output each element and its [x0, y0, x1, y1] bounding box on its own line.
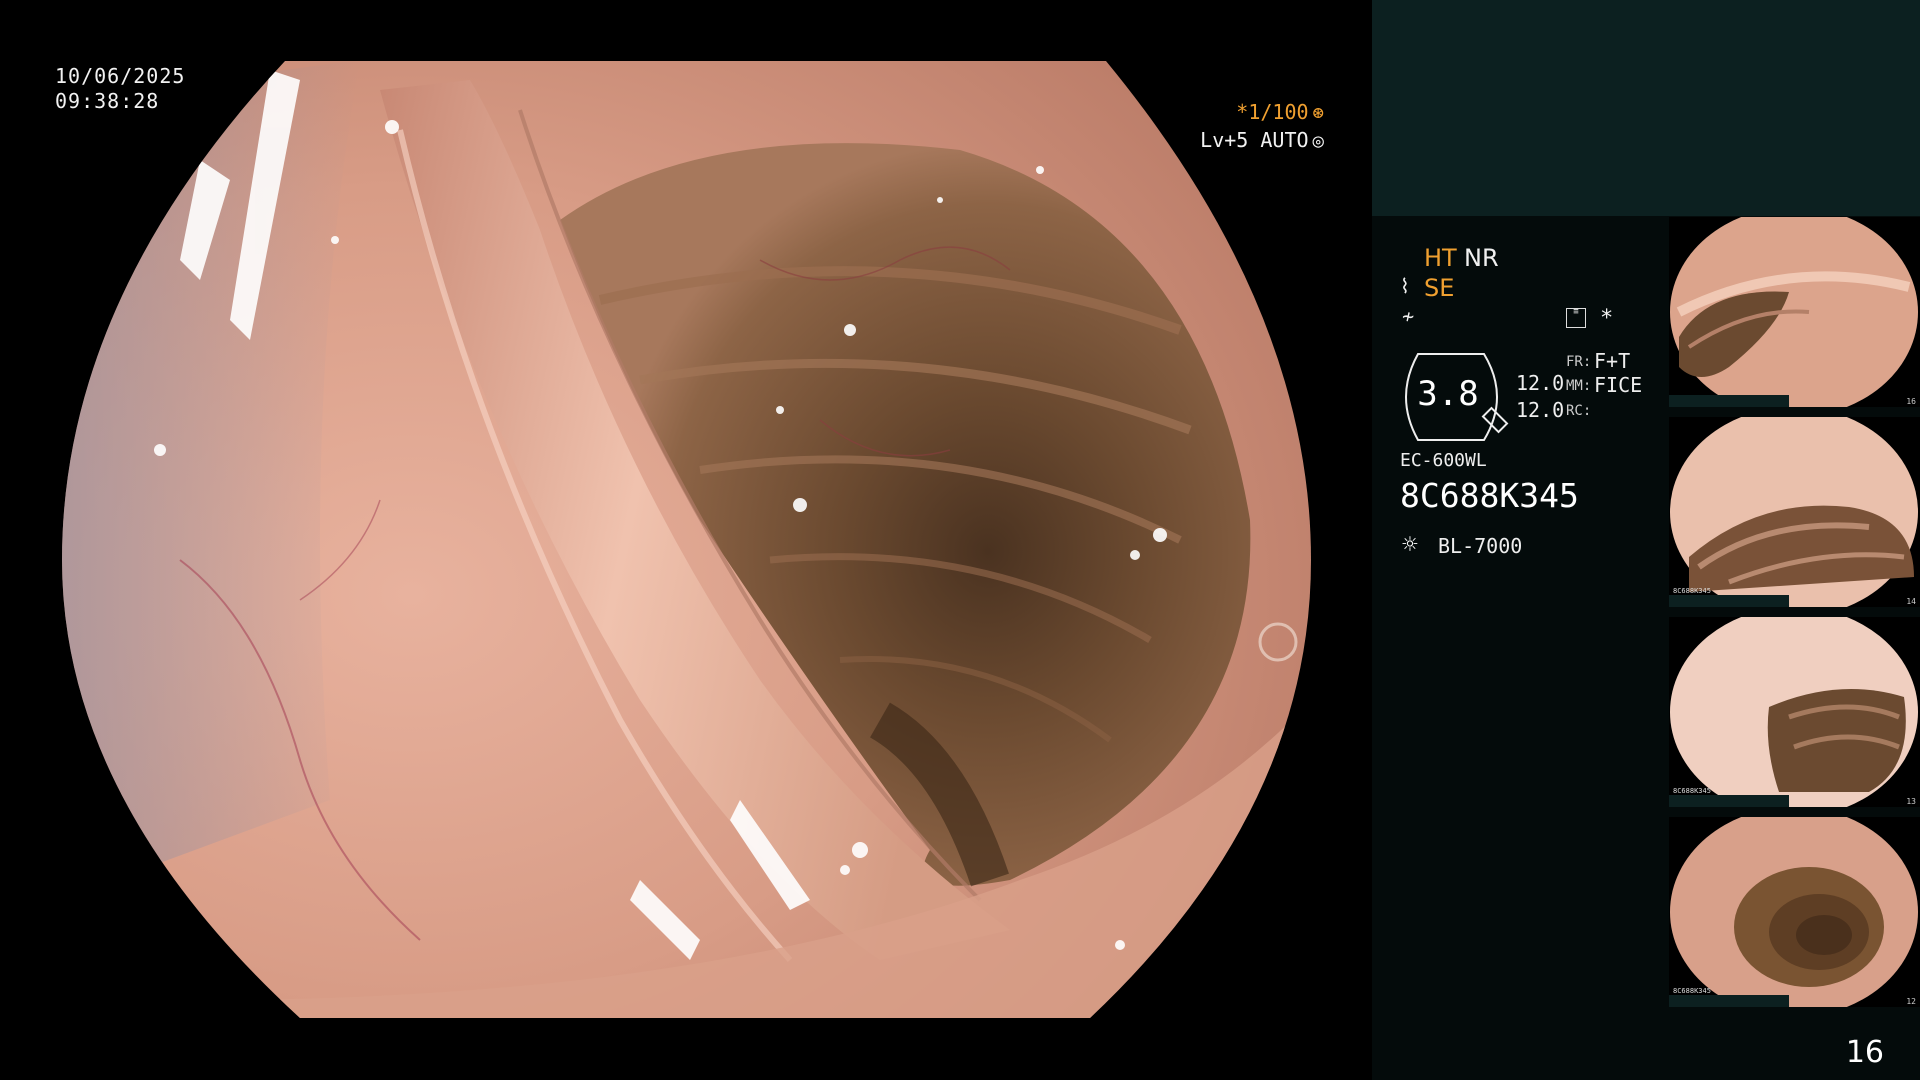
thumbnail-serial: 8C688K345 — [1673, 787, 1711, 795]
thumbnail-bar — [1669, 795, 1789, 807]
settings-info: HT NR ⌇ SE ≁ ≡ * 3.8 12.0 12.0 FR: F+T M… — [1372, 216, 1662, 616]
thumbnail-index: 12 — [1906, 997, 1916, 1006]
auto-light-icon: ◎ — [1312, 130, 1324, 152]
structure-enhance-icon: ⌇ — [1400, 274, 1410, 298]
patient-info-block — [1372, 0, 1920, 216]
exam-date: 10/06/2025 — [55, 64, 186, 88]
thumbnail-bar — [1669, 395, 1789, 407]
star-icon: * — [1600, 306, 1614, 331]
se-indicator: SE — [1424, 274, 1455, 302]
thumbnail-image — [1670, 417, 1918, 607]
thumbnail-1[interactable]: 16 — [1669, 217, 1920, 407]
scope-serial: 8C688K345 — [1400, 476, 1579, 515]
thumbnail-image — [1670, 217, 1918, 407]
fr-label: FR: — [1566, 354, 1592, 370]
light-source-icon: ☼ — [1402, 530, 1418, 560]
signal-icon: ≁ — [1402, 304, 1415, 328]
value-1: 12.0 — [1516, 371, 1565, 395]
fr-value: F+T — [1594, 349, 1631, 373]
thumbnail-serial: 8C688K345 — [1673, 987, 1711, 995]
iris-icon: ⊛ — [1312, 102, 1324, 124]
thumbnail-index: 14 — [1906, 597, 1916, 606]
dial-value: 3.8 — [1417, 374, 1479, 414]
shutter-indicator: *1/100 ⊛ — [1236, 100, 1324, 124]
record-settings-icon: ≡ — [1566, 308, 1586, 328]
thumbnail-image — [1670, 817, 1918, 1007]
page-number: 16 — [1845, 1035, 1884, 1070]
thumbnail-bar — [1669, 595, 1789, 607]
thumbnail-4[interactable]: 8C688K345 12 — [1669, 817, 1920, 1007]
thumbnail-index: 16 — [1906, 397, 1916, 406]
exam-time: 09:38:28 — [55, 89, 160, 113]
light-level-indicator: Lv+5 AUTO ◎ — [1200, 128, 1324, 152]
thumbnail-bar — [1669, 995, 1789, 1007]
nr-indicator: NR — [1464, 244, 1499, 272]
endoscopic-image — [62, 61, 1311, 1018]
mm-label: MM: — [1566, 378, 1592, 394]
thumbnail-serial: 8C688K345 — [1673, 587, 1711, 595]
zoom-dial: 3.8 — [1398, 352, 1510, 442]
scope-model: EC-600WL — [1400, 450, 1487, 471]
endoscope-main-view: 10/06/2025 09:38:28 *1/100 ⊛ Lv+5 AUTO ◎ — [0, 0, 1372, 1080]
thumbnail-3[interactable]: 8C688K345 13 — [1669, 617, 1920, 807]
light-level: Lv+5 AUTO — [1200, 128, 1309, 152]
light-source: BL-7000 — [1438, 534, 1523, 558]
value-2: 12.0 — [1516, 398, 1565, 422]
thumbnail-image — [1670, 617, 1918, 807]
shutter-speed: *1/100 — [1236, 100, 1309, 124]
rc-label: RC: — [1566, 403, 1592, 419]
mm-value: FICE — [1594, 373, 1643, 397]
ht-indicator: HT — [1424, 244, 1457, 272]
thumbnail-index: 13 — [1906, 797, 1916, 806]
thumbnail-2[interactable]: 8C688K345 14 — [1669, 417, 1920, 607]
